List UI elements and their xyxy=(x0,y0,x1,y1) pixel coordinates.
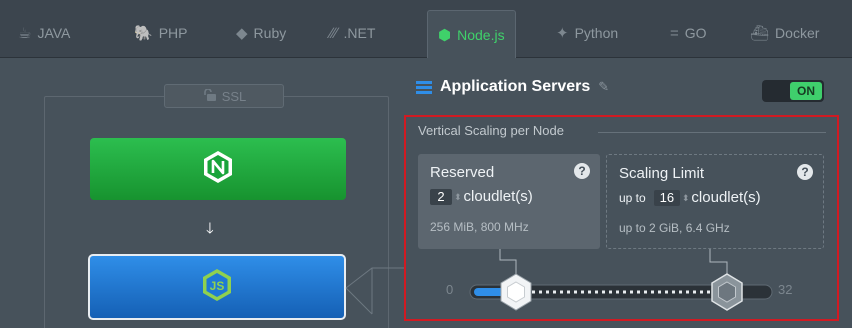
limit-prefix: up to xyxy=(619,191,646,205)
stepper-arrows-icon[interactable]: ⬍ xyxy=(454,192,462,202)
ruby-icon: ◆ xyxy=(236,25,248,42)
java-icon: ☕ xyxy=(18,25,32,42)
nodejs-server-node[interactable]: JS xyxy=(88,254,346,320)
python-icon: ✦ xyxy=(556,25,569,42)
arrow-down-icon: 🡓 xyxy=(206,220,214,237)
tab-label: GO xyxy=(684,25,707,41)
stepper-arrows-icon[interactable]: ⬍ xyxy=(682,193,690,203)
app-servers-header: Application Servers ✎ xyxy=(416,78,609,96)
tab-ruby[interactable]: ◆ Ruby xyxy=(236,12,286,54)
limit-unit: cloudlet(s) xyxy=(691,189,761,206)
docker-icon: ⛴ xyxy=(750,25,770,42)
svg-text:JS: JS xyxy=(210,279,225,293)
reserved-row: 2 ⬍ cloudlet(s) xyxy=(430,188,533,206)
reserved-title: Reserved xyxy=(430,164,495,181)
limit-row: up to 16 ⬍ cloudlet(s) xyxy=(619,189,761,207)
reserved-specs: 256 MiB, 800 MHz xyxy=(430,220,529,234)
php-elephant-icon: 🐘 xyxy=(134,25,153,42)
ssl-label: SSL xyxy=(221,88,247,104)
app-servers-title: Application Servers xyxy=(440,78,591,95)
nginx-balancer-node[interactable] xyxy=(90,138,346,200)
tab-label: JAVA xyxy=(37,25,71,41)
dotnet-icon: ∕∕∕ xyxy=(330,24,338,42)
legend-divider xyxy=(598,132,826,133)
tab-docker[interactable]: ⛴ Docker xyxy=(750,12,819,54)
tab-label: Ruby xyxy=(253,25,287,41)
servers-toggle[interactable]: ON xyxy=(762,80,824,102)
tab-java[interactable]: ☕ JAVA xyxy=(18,12,70,54)
cloudlet-slider[interactable] xyxy=(404,248,839,318)
tab-php[interactable]: 🐘 PHP xyxy=(134,12,187,54)
ssl-button[interactable]: SSL xyxy=(164,84,284,108)
reserved-unit: cloudlet(s) xyxy=(463,188,533,205)
connector-line xyxy=(345,267,404,315)
go-icon: = xyxy=(670,24,679,42)
language-tab-bar: ☕ JAVA 🐘 PHP ◆ Ruby ∕∕∕ .NET ⬢ Node.js ✦… xyxy=(0,0,852,58)
tab-dotnet[interactable]: ∕∕∕ .NET xyxy=(330,12,375,54)
reserved-card: Reserved ? 2 ⬍ cloudlet(s) 256 MiB, 800 MH… xyxy=(418,154,600,249)
toggle-on-label: ON xyxy=(790,82,822,100)
tab-python[interactable]: ✦ Python xyxy=(556,12,618,54)
edit-pencil-icon[interactable]: ✎ xyxy=(598,79,609,95)
tab-label: .NET xyxy=(343,25,376,41)
menu-icon xyxy=(416,80,432,94)
tab-go[interactable]: = GO xyxy=(670,12,707,54)
nodejs-logo-icon: JS xyxy=(201,268,233,307)
tab-label: PHP xyxy=(158,25,188,41)
limit-specs: up to 2 GiB, 6.4 GHz xyxy=(619,221,730,235)
vertical-scaling-legend: Vertical Scaling per Node xyxy=(418,123,564,138)
reserved-cloudlets-input[interactable]: 2 xyxy=(430,189,452,206)
lock-icon xyxy=(202,87,216,104)
limit-slider-handle[interactable] xyxy=(711,273,743,311)
slider-min-label: 0 xyxy=(446,282,454,297)
tab-label: Docker xyxy=(775,25,820,41)
nginx-icon xyxy=(202,150,234,189)
reserved-slider-handle[interactable] xyxy=(500,273,532,311)
reserved-help-icon[interactable]: ? xyxy=(574,163,590,179)
topology-main: SSL 🡓 JS Application Servers ✎ ON Vertic… xyxy=(0,58,852,328)
limit-cloudlets-input[interactable]: 16 xyxy=(653,190,680,207)
limit-title: Scaling Limit xyxy=(619,165,705,182)
tab-nodejs[interactable]: ⬢ Node.js xyxy=(427,10,516,58)
limit-help-icon[interactable]: ? xyxy=(797,164,813,180)
scaling-limit-card: Scaling Limit ? up to 16 ⬍ cloudlet(s) up … xyxy=(606,154,824,249)
nodejs-icon: ⬢ xyxy=(438,26,452,44)
tab-label: Node.js xyxy=(457,26,505,43)
tab-label: Python xyxy=(574,25,619,41)
slider-max-label: 32 xyxy=(778,282,793,297)
